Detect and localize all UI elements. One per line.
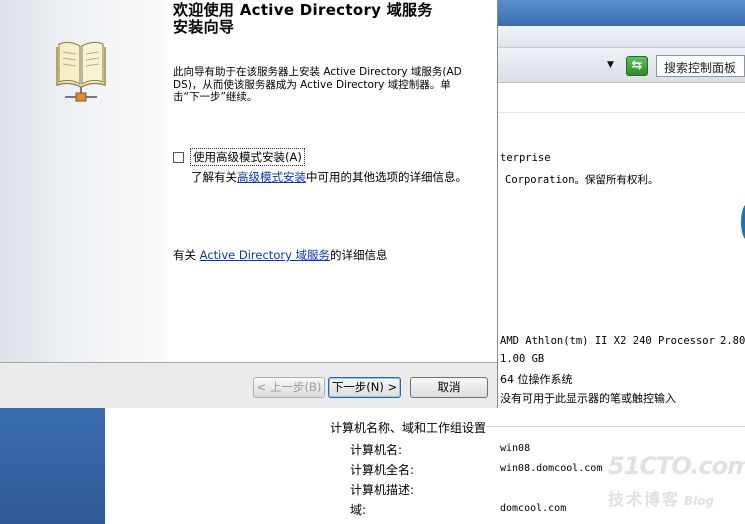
computer-name-section-title: 计算机名称、域和工作组设置 — [330, 421, 487, 435]
wizard-footer: < 上一步(B) 下一步(N) > 取消 — [0, 362, 497, 408]
address-dropdown-icon[interactable]: ▼ — [607, 60, 614, 70]
ad-info-prefix: 有关 — [173, 248, 200, 262]
processor-value: AMD Athlon(tm) II X2 240 Processor — [500, 335, 715, 347]
processor-speed-value: 2.80 — [720, 335, 745, 347]
watermark-site: 51CTO.com — [608, 452, 745, 480]
copyright-text: Corporation。保留所有权利。 — [505, 174, 659, 186]
system-type-value: 64 位操作系统 — [500, 373, 573, 386]
search-input[interactable]: 搜索控制面板 — [656, 55, 745, 77]
refresh-icon[interactable]: ⇆ — [626, 56, 648, 76]
wizard-title: 欢迎使用 Active Directory 域服务 安装向导 — [173, 2, 493, 36]
wizard-title-line2: 安装向导 — [173, 18, 235, 36]
domain-label: 域: — [350, 503, 367, 517]
computer-name-label: 计算机名: — [350, 443, 403, 457]
content-header — [497, 83, 745, 113]
51cto-watermark: 51CTO.com 技术博客 Blog — [608, 452, 745, 512]
advanced-mode-checkbox[interactable] — [173, 151, 184, 163]
domain-value: domcool.com — [500, 503, 567, 514]
window-title-bar — [497, 0, 745, 26]
wizard-side-panel — [0, 0, 165, 362]
wizard-description: 此向导有助于在该服务器上安装 Active Directory 域服务(AD D… — [173, 66, 462, 103]
ad-info-suffix: 的详细信息 — [330, 248, 388, 262]
next-button[interactable]: 下一步(N) > — [328, 377, 401, 398]
full-computer-name-label: 计算机全名: — [350, 463, 415, 477]
advanced-mode-help: 了解有关高级模式安装中可用的其他选项的详细信息。 — [191, 171, 471, 184]
ad-ds-link[interactable]: Active Directory 域服务 — [200, 248, 330, 262]
section-divider — [487, 426, 745, 427]
watermark-subtitle: 技术博客 Blog — [608, 486, 714, 510]
ad-ds-install-wizard: 欢迎使用 Active Directory 域服务 安装向导 此向导有助于在该服… — [0, 0, 498, 408]
computer-name-value: win08 — [500, 443, 531, 454]
memory-value: 1.00 GB — [500, 353, 545, 365]
wizard-title-line1: 欢迎使用 Active Directory 域服务 — [173, 1, 433, 19]
back-button[interactable]: < 上一步(B) — [253, 377, 325, 398]
full-computer-name-value: win08.domcool.com — [500, 463, 603, 474]
windows-edition-text: terprise — [500, 152, 551, 164]
desktop-background — [0, 408, 105, 524]
pen-touch-value: 没有可用于此显示器的笔或触控输入 — [500, 392, 676, 405]
cancel-button[interactable]: 取消 — [410, 377, 488, 398]
advanced-mode-link[interactable]: 高级模式安装 — [237, 170, 306, 184]
advanced-help-prefix: 了解有关 — [191, 170, 237, 184]
advanced-help-suffix: 中可用的其他选项的详细信息。 — [306, 170, 467, 184]
ad-ds-info: 有关 Active Directory 域服务的详细信息 — [173, 247, 388, 263]
address-bar[interactable] — [497, 26, 745, 48]
watermark-blog: Blog — [684, 494, 715, 508]
advanced-mode-label[interactable]: 使用高级模式安装(A) — [190, 148, 305, 166]
watermark-tech-blog: 技术博客 — [608, 490, 681, 509]
advanced-mode-option[interactable]: 使用高级模式安装(A) — [173, 148, 305, 166]
book-icon — [56, 41, 106, 102]
computer-description-label: 计算机描述: — [350, 483, 415, 497]
